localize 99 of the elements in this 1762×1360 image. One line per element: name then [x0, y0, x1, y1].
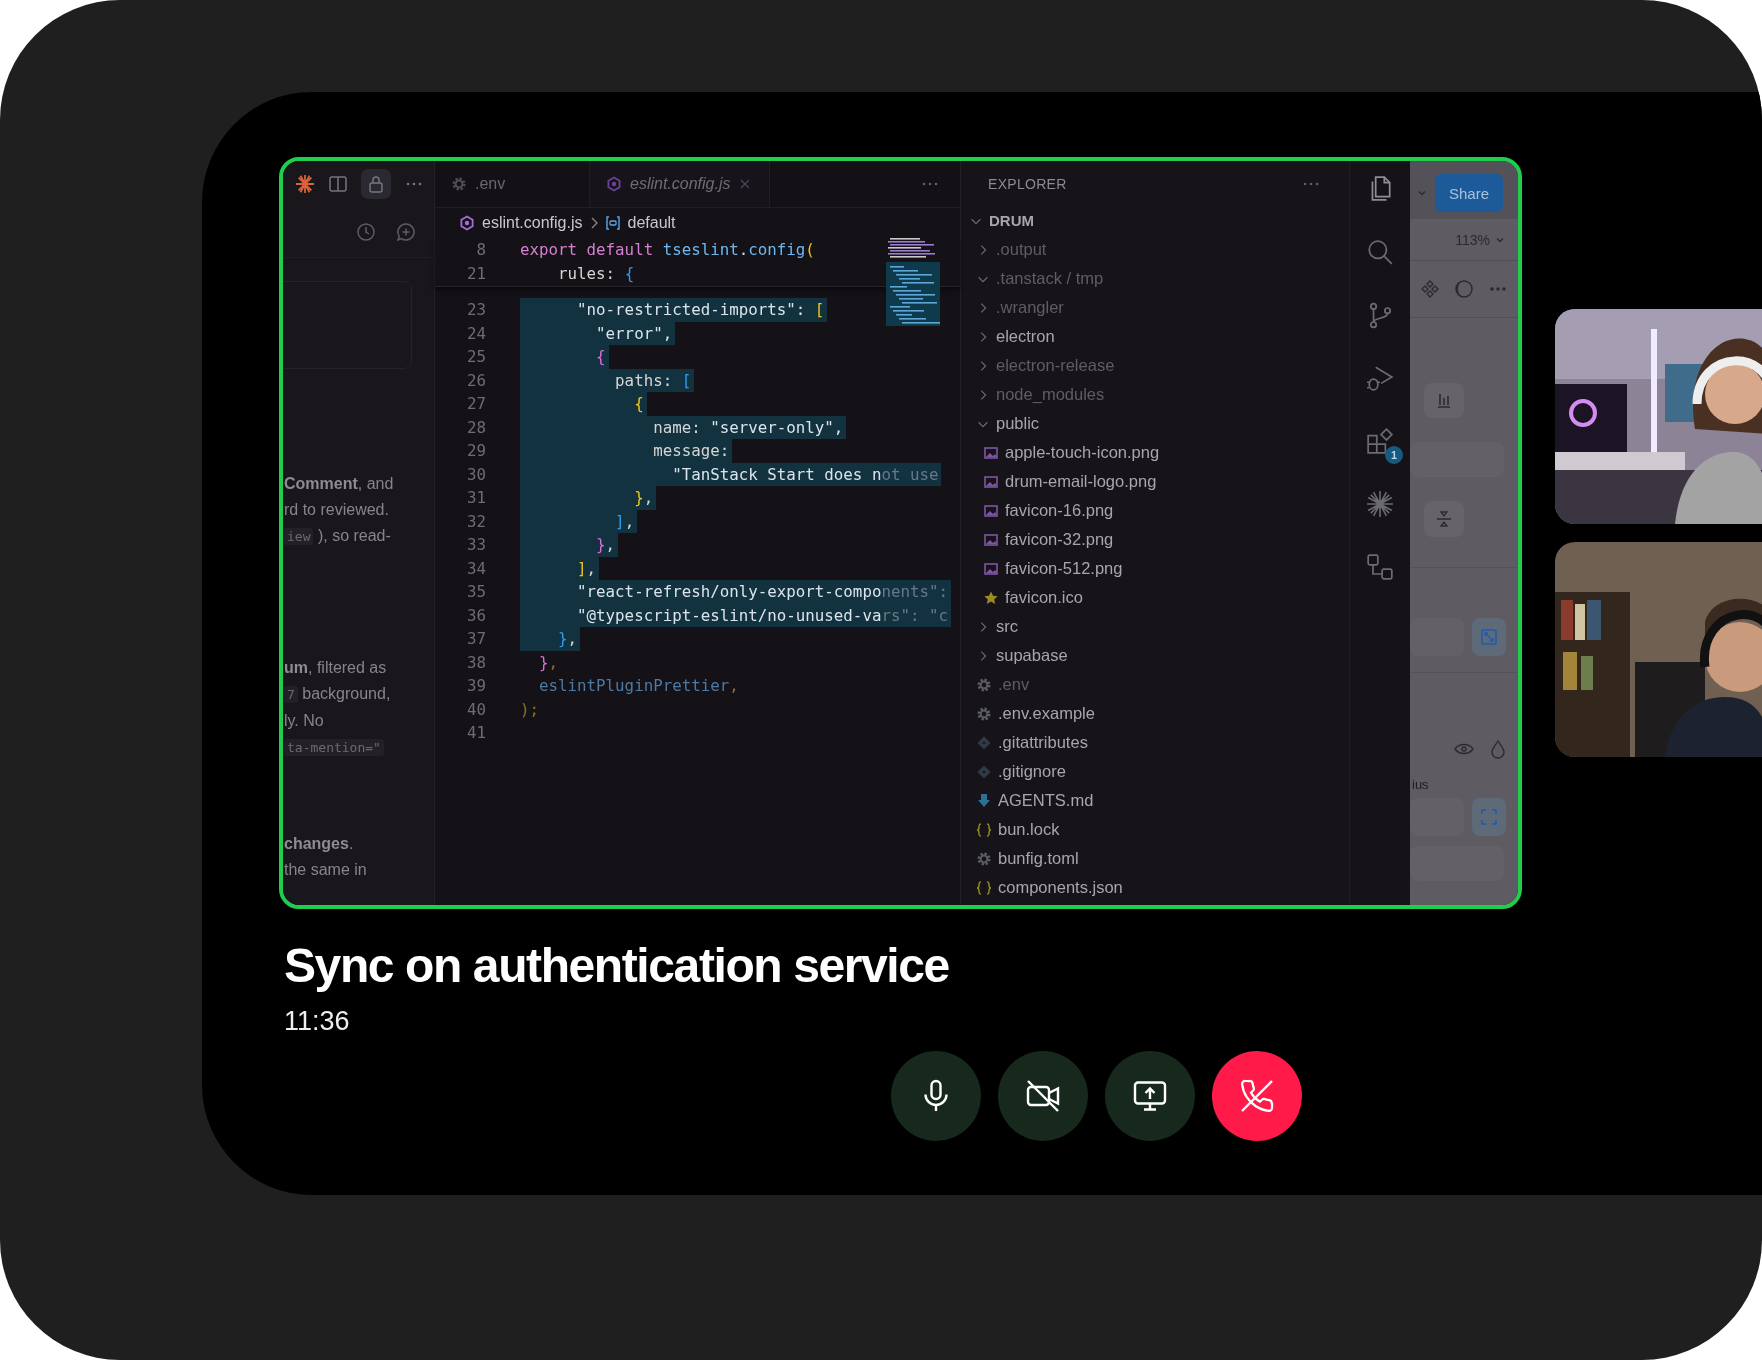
camera-off-icon: [1025, 1078, 1061, 1114]
tree-item[interactable]: AGENTS.md: [961, 786, 1349, 815]
drop-icon[interactable]: [1488, 738, 1508, 759]
tree-item[interactable]: favicon.ico: [961, 583, 1349, 612]
note-paragraph: changes. the same in: [284, 834, 368, 880]
diamond-icon: [976, 734, 992, 751]
notification-badge: 1: [1385, 446, 1403, 464]
line-number: 33: [465, 535, 486, 555]
line-number: 32: [465, 511, 486, 531]
arrow-down-icon: [976, 792, 992, 809]
gear-icon: [976, 705, 992, 722]
line-number: 36: [465, 605, 486, 625]
tree-item[interactable]: favicon-32.png: [961, 525, 1349, 554]
breadcrumb-item[interactable]: default: [604, 214, 676, 232]
input-field[interactable]: [1410, 797, 1464, 836]
tree-item[interactable]: public: [961, 409, 1349, 438]
tree-item[interactable]: .gitattributes: [961, 728, 1349, 757]
tree-item[interactable]: electron: [961, 322, 1349, 351]
braces-icon: [976, 821, 992, 838]
fullscreen-icon: [1479, 806, 1499, 827]
diamond-icon: [976, 763, 992, 780]
note-paragraph: Comment, and rd to reviewed. iew ), so read-: [284, 474, 395, 547]
contrast-icon[interactable]: [1454, 278, 1474, 299]
panel-title: EXPLORER: [988, 175, 1067, 192]
hexagon-icon: [606, 176, 622, 192]
editor-tab[interactable]: eslint.config.js: [590, 161, 770, 207]
add-comment-icon[interactable]: [396, 222, 416, 242]
line-number: 31: [465, 488, 486, 508]
call-duration: 11:36: [284, 1005, 351, 1037]
tree-item[interactable]: favicon-16.png: [961, 496, 1349, 525]
clock-icon[interactable]: [356, 222, 376, 242]
line-number: 40: [465, 699, 486, 719]
line-number: 25: [465, 347, 486, 367]
tree-item[interactable]: .gitignore: [961, 757, 1349, 786]
tree-item[interactable]: DRUM: [961, 206, 1349, 235]
line-number: 8: [475, 240, 486, 260]
share-screen-icon: [1132, 1078, 1168, 1114]
tree-item[interactable]: components.json: [961, 873, 1349, 902]
line-number: 21: [465, 263, 486, 283]
code-line: export default tseslint.config(: [520, 239, 816, 261]
line-number: 39: [465, 676, 486, 696]
gear-icon: [976, 676, 992, 693]
diagram-icon[interactable]: [1366, 553, 1394, 581]
code-line: },: [538, 651, 560, 674]
chart-button[interactable]: [1424, 382, 1464, 419]
image-file-icon: [983, 502, 999, 519]
line-number: 27: [465, 394, 486, 414]
image-file-icon: [983, 560, 999, 577]
gear-icon: [976, 850, 992, 867]
tree-item[interactable]: drum-email-logo.png: [961, 467, 1349, 496]
align-button[interactable]: [1424, 501, 1464, 537]
tree-item[interactable]: bunfig.toml: [961, 844, 1349, 873]
resize-icon: [1479, 626, 1499, 647]
sidebar-icon[interactable]: [328, 174, 348, 194]
image-file-icon: [983, 444, 999, 461]
image-file-icon: [983, 531, 999, 548]
run-debug-icon[interactable]: [1366, 364, 1394, 392]
input-field[interactable]: [1410, 845, 1504, 881]
sparkle-icon[interactable]: [1366, 490, 1394, 518]
field-label: ius: [1411, 776, 1430, 792]
lock-icon: [366, 174, 386, 194]
line-number: 24: [465, 323, 486, 343]
share-button[interactable]: Share: [1435, 174, 1503, 212]
image-file-icon: [983, 473, 999, 490]
tree-item[interactable]: supabase: [961, 641, 1349, 670]
code-line: );: [520, 698, 541, 721]
tree-item[interactable]: bun.lock: [961, 815, 1349, 844]
line-number: 30: [465, 464, 486, 484]
phone-off-icon: [1239, 1078, 1275, 1114]
code-line: eslintPluginPrettier,: [538, 675, 740, 697]
line-number: 29: [465, 441, 486, 461]
hexagon-icon: [459, 215, 475, 231]
note-paragraph: um, filtered as 7 background, ly. No ta-mention=": [284, 658, 392, 758]
meeting-title: Sync on authentication service: [284, 938, 950, 994]
tree-item[interactable]: .env.example: [961, 699, 1349, 728]
braces-icon: [976, 879, 992, 896]
input-field[interactable]: [1410, 442, 1504, 478]
line-number: 41: [465, 723, 486, 743]
code-line: rules: {: [557, 262, 636, 285]
line-number: 26: [465, 370, 486, 390]
input-field[interactable]: [1410, 617, 1464, 656]
close-icon[interactable]: [738, 178, 751, 190]
tree-item[interactable]: favicon-512.png: [961, 554, 1349, 583]
breadcrumb-item[interactable]: eslint.config.js: [459, 214, 583, 232]
lock-button[interactable]: [361, 169, 391, 199]
line-number: 34: [465, 558, 486, 578]
line-number: 37: [465, 629, 486, 649]
tree-item[interactable]: apple-touch-icon.png: [961, 438, 1349, 467]
line-number: 38: [465, 652, 486, 672]
tree-item[interactable]: src: [961, 612, 1349, 641]
search-icon[interactable]: [1366, 238, 1394, 266]
line-number: 28: [465, 417, 486, 437]
sparkle-icon[interactable]: [295, 174, 315, 194]
line-number: 35: [465, 582, 486, 602]
line-number: 23: [465, 300, 486, 320]
symbol-icon: [604, 215, 621, 231]
components-icon[interactable]: [1420, 278, 1440, 299]
gear-icon: [451, 176, 467, 192]
align-icon: [1434, 509, 1454, 530]
